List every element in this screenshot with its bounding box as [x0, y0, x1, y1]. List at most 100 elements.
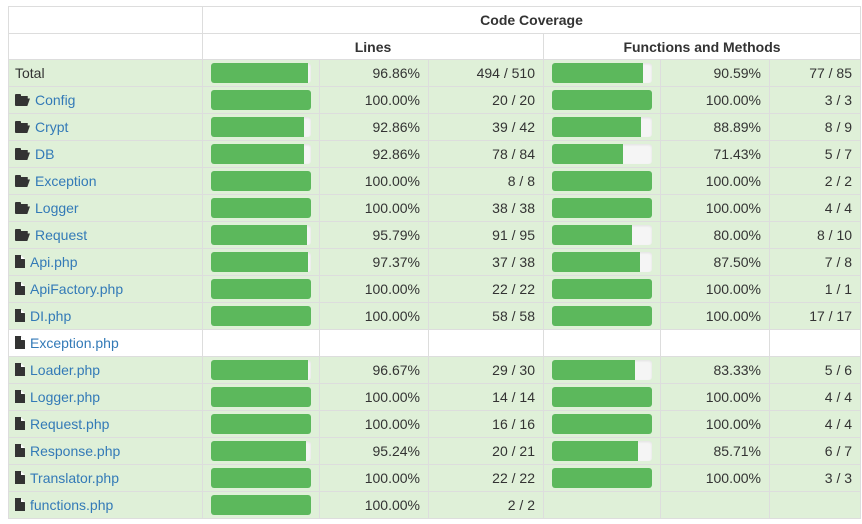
table-row: Loader.php 96.67% 29 / 30 83.33% 5 / 6 — [8, 356, 862, 384]
directory-link[interactable]: Request — [35, 227, 87, 243]
table-row: DI.php 100.00% 58 / 58 100.00% 17 / 17 — [8, 302, 862, 330]
functions-bar-cell — [543, 59, 661, 87]
lines-progress-fill — [211, 306, 311, 326]
lines-progress-fill — [211, 387, 311, 407]
directory-link[interactable]: Exception — [35, 173, 96, 189]
functions-ratio: 3 / 3 — [768, 464, 862, 492]
coverage-rows: Total 96.86% 494 / 510 90.59% 77 / 85 Config 1… — [8, 59, 862, 519]
functions-percent: 100.00% — [660, 464, 770, 492]
lines-progress-bar — [211, 414, 311, 434]
lines-bar-cell — [202, 491, 320, 519]
file-link[interactable]: Request.php — [30, 416, 109, 432]
lines-progress-bar — [211, 225, 311, 245]
name-cell: Loader.php — [8, 356, 203, 384]
file-link[interactable]: Logger.php — [30, 389, 100, 405]
functions-percent: 71.43% — [660, 140, 770, 168]
functions-progress-bar — [552, 171, 652, 191]
functions-bar-cell — [543, 356, 661, 384]
functions-ratio — [768, 329, 862, 357]
lines-percent: 100.00% — [319, 410, 429, 438]
functions-progress-bar — [552, 468, 652, 488]
functions-progress-fill — [552, 63, 643, 83]
lines-percent: 95.79% — [319, 221, 429, 249]
functions-progress-fill — [552, 252, 640, 272]
functions-progress-bar — [552, 117, 652, 137]
lines-bar-cell — [202, 221, 320, 249]
header-empty-cell — [8, 6, 203, 34]
functions-bar-cell — [543, 86, 661, 114]
functions-ratio: 1 / 1 — [768, 275, 862, 303]
lines-progress-fill — [211, 495, 311, 515]
lines-bar-cell — [202, 86, 320, 114]
functions-bar-cell — [543, 329, 661, 357]
file-link[interactable]: Translator.php — [30, 470, 119, 486]
functions-ratio: 5 / 6 — [768, 356, 862, 384]
header-row-sub: Lines Functions and Methods — [8, 33, 862, 60]
name-cell: Logger.php — [8, 383, 203, 411]
file-link[interactable]: Exception.php — [30, 335, 119, 351]
functions-progress-bar — [552, 225, 652, 245]
directory-link[interactable]: Logger — [35, 200, 79, 216]
functions-percent: 100.00% — [660, 410, 770, 438]
lines-progress-bar — [211, 90, 311, 110]
lines-progress-fill — [211, 360, 308, 380]
lines-bar-cell — [202, 140, 320, 168]
functions-progress-fill — [552, 198, 652, 218]
lines-ratio: 20 / 20 — [428, 86, 544, 114]
functions-percent: 90.59% — [660, 59, 770, 87]
folder-icon — [15, 229, 30, 241]
functions-bar-cell — [543, 464, 661, 492]
lines-percent: 100.00% — [319, 383, 429, 411]
functions-percent — [660, 491, 770, 519]
table-row: Logger 100.00% 38 / 38 100.00% 4 / 4 — [8, 194, 862, 222]
functions-progress-bar — [552, 414, 652, 434]
lines-bar-cell — [202, 437, 320, 465]
directory-link[interactable]: DB — [35, 146, 54, 162]
functions-percent: 100.00% — [660, 275, 770, 303]
lines-percent — [319, 329, 429, 357]
functions-progress-bar — [552, 387, 652, 407]
lines-bar-cell — [202, 410, 320, 438]
table-row: Logger.php 100.00% 14 / 14 100.00% 4 / 4 — [8, 383, 862, 411]
functions-bar-cell — [543, 437, 661, 465]
table-row: Exception.php — [8, 329, 862, 357]
folder-icon — [15, 148, 30, 160]
table-row: Request 95.79% 91 / 95 80.00% 8 / 10 — [8, 221, 862, 249]
lines-ratio: 58 / 58 — [428, 302, 544, 330]
lines-bar-cell — [202, 329, 320, 357]
lines-ratio: 8 / 8 — [428, 167, 544, 195]
file-icon — [15, 417, 25, 430]
table-row: DB 92.86% 78 / 84 71.43% 5 / 7 — [8, 140, 862, 168]
lines-percent: 100.00% — [319, 302, 429, 330]
file-link[interactable]: Api.php — [30, 254, 77, 270]
lines-progress-bar — [211, 198, 311, 218]
file-icon — [15, 282, 25, 295]
functions-bar-cell — [543, 140, 661, 168]
directory-link[interactable]: Config — [35, 92, 75, 108]
functions-progress-bar — [552, 360, 652, 380]
functions-ratio: 8 / 9 — [768, 113, 862, 141]
file-link[interactable]: functions.php — [30, 497, 113, 513]
total-row: Total 96.86% 494 / 510 90.59% 77 / 85 — [8, 59, 862, 87]
functions-progress-fill — [552, 225, 632, 245]
file-link[interactable]: Response.php — [30, 443, 120, 459]
functions-progress-fill — [552, 171, 652, 191]
lines-ratio — [428, 329, 544, 357]
file-link[interactable]: DI.php — [30, 308, 71, 324]
functions-bar-cell — [543, 167, 661, 195]
file-link[interactable]: Loader.php — [30, 362, 100, 378]
functions-percent: 85.71% — [660, 437, 770, 465]
lines-bar-cell — [202, 194, 320, 222]
lines-progress-fill — [211, 63, 308, 83]
table-row: Crypt 92.86% 39 / 42 88.89% 8 / 9 — [8, 113, 862, 141]
coverage-report: Code Coverage Lines Functions and Method… — [8, 6, 862, 519]
directory-link[interactable]: Crypt — [35, 119, 68, 135]
lines-progress-bar — [211, 387, 311, 407]
lines-bar-cell — [202, 356, 320, 384]
lines-heading: Lines — [202, 33, 544, 60]
file-link[interactable]: ApiFactory.php — [30, 281, 123, 297]
lines-progress-bar — [211, 360, 311, 380]
name-cell: Exception — [8, 167, 203, 195]
functions-progress-fill — [552, 90, 652, 110]
lines-ratio: 78 / 84 — [428, 140, 544, 168]
